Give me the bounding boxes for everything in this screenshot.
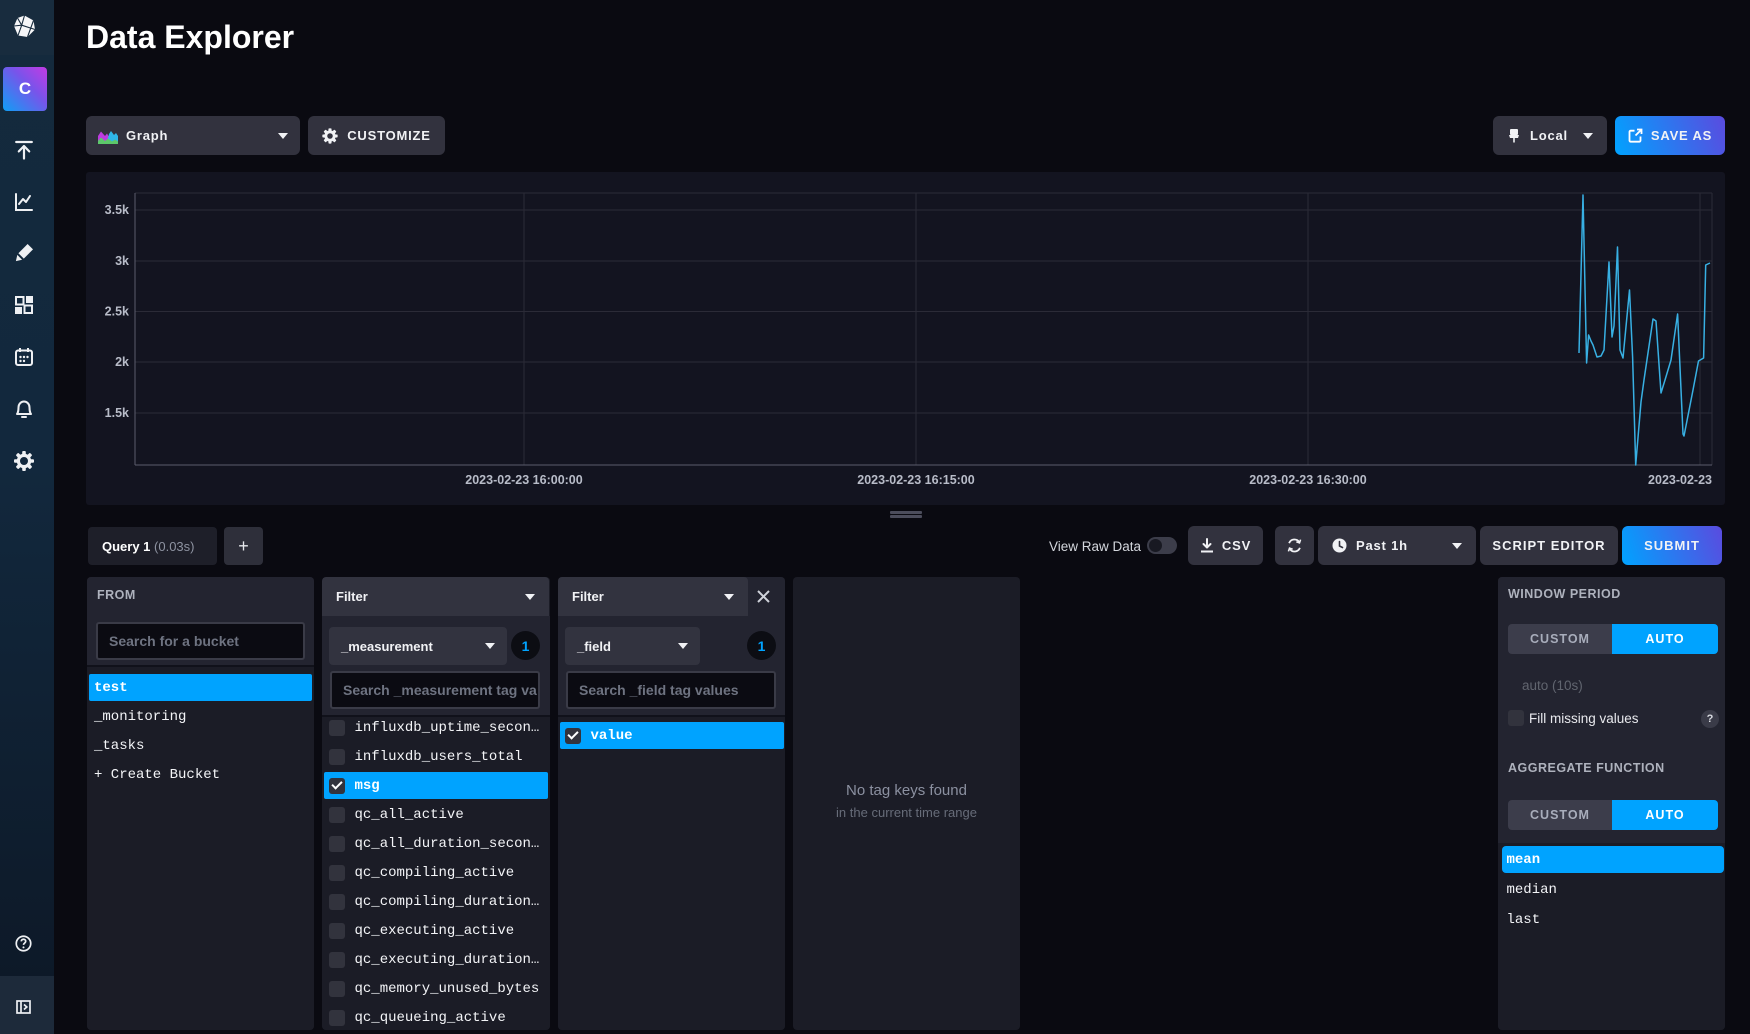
svg-text:2023-02-23 16:30:00: 2023-02-23 16:30:00 bbox=[1249, 473, 1366, 487]
svg-text:2.5k: 2.5k bbox=[105, 305, 129, 319]
svg-text:2023-02-23: 2023-02-23 bbox=[1648, 473, 1712, 487]
svg-text:2k: 2k bbox=[115, 355, 129, 369]
svg-text:3k: 3k bbox=[115, 254, 129, 268]
svg-text:1.5k: 1.5k bbox=[105, 406, 129, 420]
svg-text:2023-02-23 16:00:00: 2023-02-23 16:00:00 bbox=[465, 473, 582, 487]
svg-text:3.5k: 3.5k bbox=[105, 203, 129, 217]
svg-text:2023-02-23 16:15:00: 2023-02-23 16:15:00 bbox=[857, 473, 974, 487]
